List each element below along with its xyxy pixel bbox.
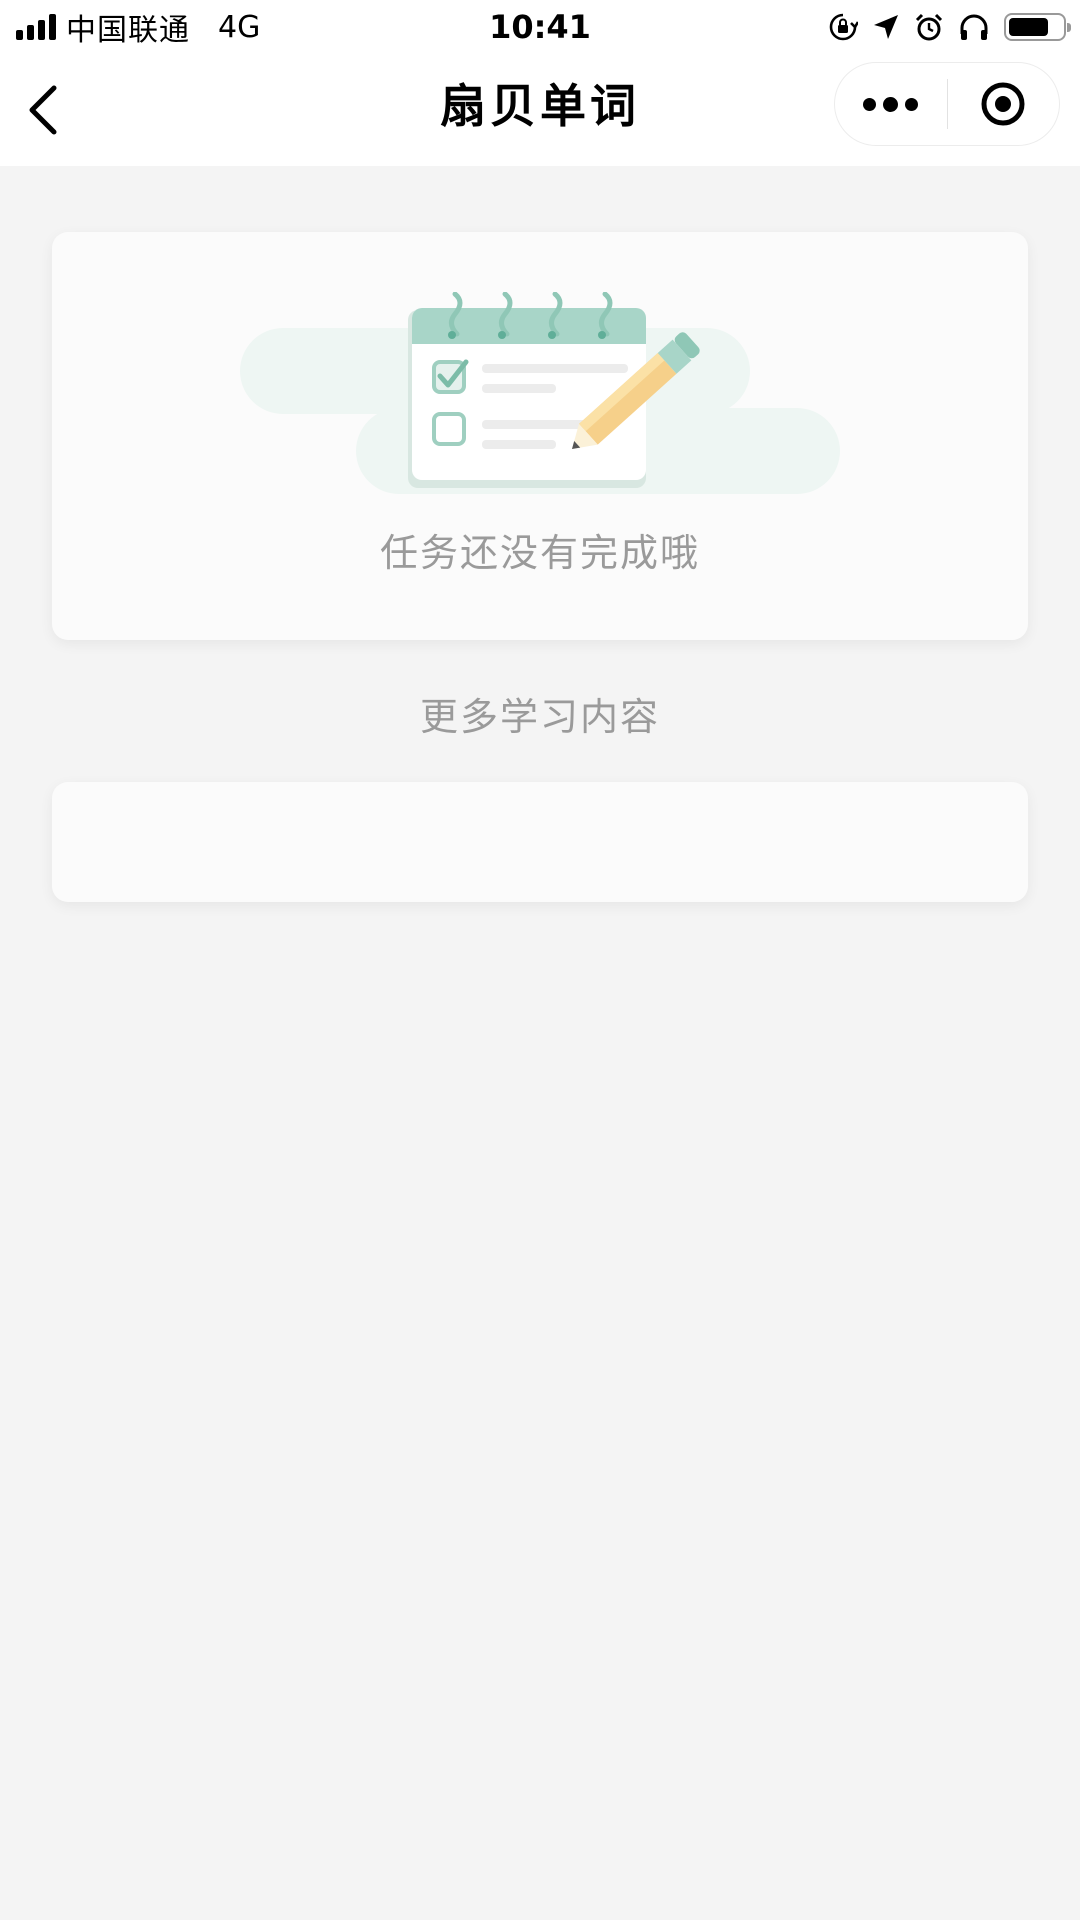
battery-tip (1067, 23, 1071, 32)
status-right (828, 8, 1071, 46)
close-button[interactable] (948, 62, 1060, 146)
more-section-title: 更多学习内容 (419, 695, 660, 739)
nav-bar: 扇贝单词 (0, 54, 1080, 166)
alarm-icon (915, 13, 943, 41)
notebook-pencil-icon (240, 292, 840, 494)
headphones-icon (960, 14, 988, 40)
battery-icon (1004, 13, 1071, 41)
task-empty-text: 任务还没有完成哦 (379, 531, 700, 575)
task-card: 任务还没有完成哦 (52, 232, 1028, 640)
close-target-icon (981, 82, 1025, 126)
more-button[interactable] (835, 62, 947, 146)
more-icon (863, 96, 919, 112)
capsule-menu (834, 62, 1060, 146)
location-icon (874, 15, 898, 39)
more-content-card[interactable] (52, 782, 1028, 902)
status-bar: 中国联通 4G 10:41 (0, 0, 1080, 54)
orientation-lock-icon (829, 13, 858, 41)
battery-fill (1009, 18, 1048, 36)
